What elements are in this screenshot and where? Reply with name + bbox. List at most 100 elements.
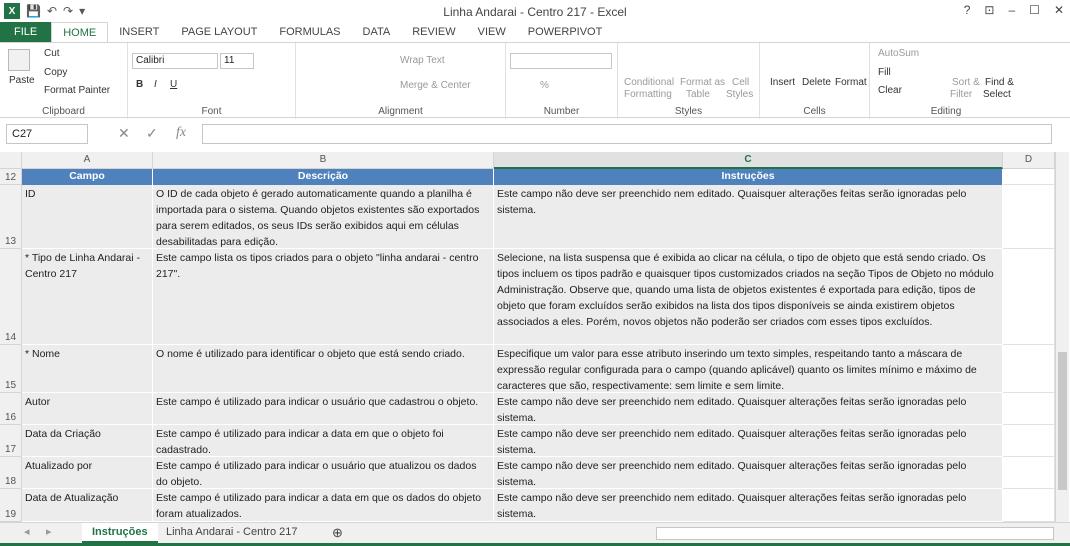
insert-function-icon[interactable]: fx [176,125,186,141]
cut-button[interactable]: Cut [44,48,60,59]
font-name-select[interactable]: Calibri [132,53,218,69]
name-box[interactable]: C27 [6,124,88,144]
tab-home[interactable]: HOME [51,22,109,42]
horizontal-scrollbar[interactable] [656,527,1054,540]
cell-instrucoes[interactable]: Este campo não deve ser preenchido nem e… [494,185,1003,249]
empty-cell[interactable] [1003,249,1055,345]
tab-view[interactable]: VIEW [467,22,517,42]
empty-cell[interactable] [1003,425,1055,457]
next-sheet-icon[interactable]: ▸ [36,523,62,543]
header-cell-descricao[interactable]: Descrição [153,169,494,185]
row-header[interactable]: 14 [0,249,22,345]
cell-campo[interactable]: * Nome [22,345,153,393]
enter-icon[interactable]: ✓ [146,125,158,142]
conditional-formatting-button[interactable]: Conditional [624,77,674,88]
empty-cell[interactable] [1003,393,1055,425]
row-number: 16 [5,412,17,423]
cell-descricao[interactable]: Este campo é utilizado para indicar o us… [153,457,494,489]
cell-instrucoes[interactable]: Especifique um valor para esse atributo … [494,345,1003,393]
select-all-corner[interactable] [0,152,22,169]
tab-formulas[interactable]: FORMULAS [268,22,351,42]
help-icon[interactable]: ? [964,3,971,17]
bold-button[interactable]: B [136,79,143,90]
clear-button[interactable]: Clear [878,85,902,96]
formula-input[interactable] [202,124,1052,144]
cell-instrucoes[interactable]: Este campo não deve ser preenchido nem e… [494,489,1003,522]
sheet-tab-linha-andarai[interactable]: Linha Andarai - Centro 217 [156,523,307,543]
format-button[interactable]: Format [835,77,867,88]
row-header[interactable]: 13 [0,185,22,249]
tab-data[interactable]: DATA [352,22,402,42]
sheet-tab-instrucoes[interactable]: Instruções [82,523,158,543]
find-select-button[interactable]: Find & [985,77,1014,88]
tab-powerpivot[interactable]: POWERPIVOT [517,22,614,42]
column-header-d[interactable]: D [1003,152,1055,169]
cell-campo[interactable]: ID [22,185,153,249]
tab-review[interactable]: REVIEW [401,22,466,42]
cell-descricao[interactable]: O nome é utilizado para identificar o ob… [153,345,494,393]
header-cell-instrucoes[interactable]: Instruções [494,169,1003,185]
format-as-table-button[interactable]: Format as [680,77,725,88]
cancel-icon[interactable]: ✕ [118,125,130,142]
cell-descricao[interactable]: Este campo é utilizado para indicar o us… [153,393,494,425]
font-size-select[interactable]: 11 [220,53,254,69]
cell-campo[interactable]: * Tipo de Linha Andarai - Centro 217 [22,249,153,345]
cell-instrucoes[interactable]: Este campo não deve ser preenchido nem e… [494,425,1003,457]
row-header[interactable]: 17 [0,425,22,457]
wrap-text-button[interactable]: Wrap Text [400,55,445,66]
italic-button[interactable]: I [154,79,157,90]
cell-instrucoes[interactable]: Selecione, na lista suspensa que é exibi… [494,249,1003,345]
cell-campo[interactable]: Autor [22,393,153,425]
header-cell-campo[interactable]: Campo [22,169,153,185]
paste-button[interactable]: Paste [9,75,35,86]
cell-campo[interactable]: Atualizado por [22,457,153,489]
empty-cell[interactable] [1003,457,1055,489]
insert-button[interactable]: Insert [770,77,795,88]
column-header-b[interactable]: B [153,152,494,169]
cell-instrucoes[interactable]: Este campo não deve ser preenchido nem e… [494,457,1003,489]
row-header[interactable]: 15 [0,345,22,393]
copy-button[interactable]: Copy [44,67,67,78]
row-header[interactable]: 19 [0,489,22,522]
cell-descricao[interactable]: Este campo lista os tipos criados para o… [153,249,494,345]
empty-cell[interactable] [1003,169,1055,185]
ribbon-display-icon[interactable]: ⊡ [984,3,994,17]
new-sheet-icon[interactable]: ⊕ [322,523,353,543]
vertical-scrollbar[interactable] [1055,152,1069,522]
cell-campo[interactable]: Data da Criação [22,425,153,457]
cell-styles-label: Styles [726,89,754,100]
column-header-c[interactable]: C [494,152,1003,169]
paste-icon[interactable] [8,49,30,71]
column-header-a[interactable]: A [22,152,153,169]
maximize-button[interactable]: ☐ [1029,3,1040,17]
number-format-select[interactable] [510,53,612,69]
cell-descricao[interactable]: Este campo é utilizado para indicar a da… [153,425,494,457]
autosum-button[interactable]: AutoSum [878,48,919,59]
minimize-button[interactable]: – [1008,3,1015,17]
row-header[interactable]: 18 [0,457,22,489]
format-painter-button[interactable]: Format Painter [44,85,110,96]
tab-page-layout[interactable]: PAGE LAYOUT [170,22,268,42]
merge-center-button[interactable]: Merge & Center [400,80,471,91]
close-button[interactable]: ✕ [1054,3,1064,17]
empty-cell[interactable] [1003,489,1055,522]
vertical-scroll-thumb[interactable] [1058,352,1067,490]
editing-label: Editing [930,106,962,117]
row-header[interactable]: 12 [0,169,22,185]
empty-cell[interactable] [1003,185,1055,249]
tab-insert[interactable]: INSERT [108,22,170,42]
cell-styles-button[interactable]: Cell [732,77,749,88]
cell-descricao[interactable]: O ID de cada objeto é gerado automaticam… [153,185,494,249]
sort-filter-button[interactable]: Sort & [952,77,980,88]
cell-descricao[interactable]: Este campo é utilizado para indicar a da… [153,489,494,522]
underline-button[interactable]: U [170,79,177,90]
cell-instrucoes[interactable]: Este campo não deve ser preenchido nem e… [494,393,1003,425]
tab-file[interactable]: FILE [0,22,52,42]
row-header[interactable]: 16 [0,393,22,425]
delete-button[interactable]: Delete [802,77,831,88]
cell-campo[interactable]: Data de Atualização [22,489,153,522]
spreadsheet-grid: A B C D 12 Campo Descrição Instruções 13… [0,152,1070,522]
fill-button[interactable]: Fill [878,67,891,78]
empty-cell[interactable] [1003,345,1055,393]
percent-button[interactable]: % [540,80,549,91]
